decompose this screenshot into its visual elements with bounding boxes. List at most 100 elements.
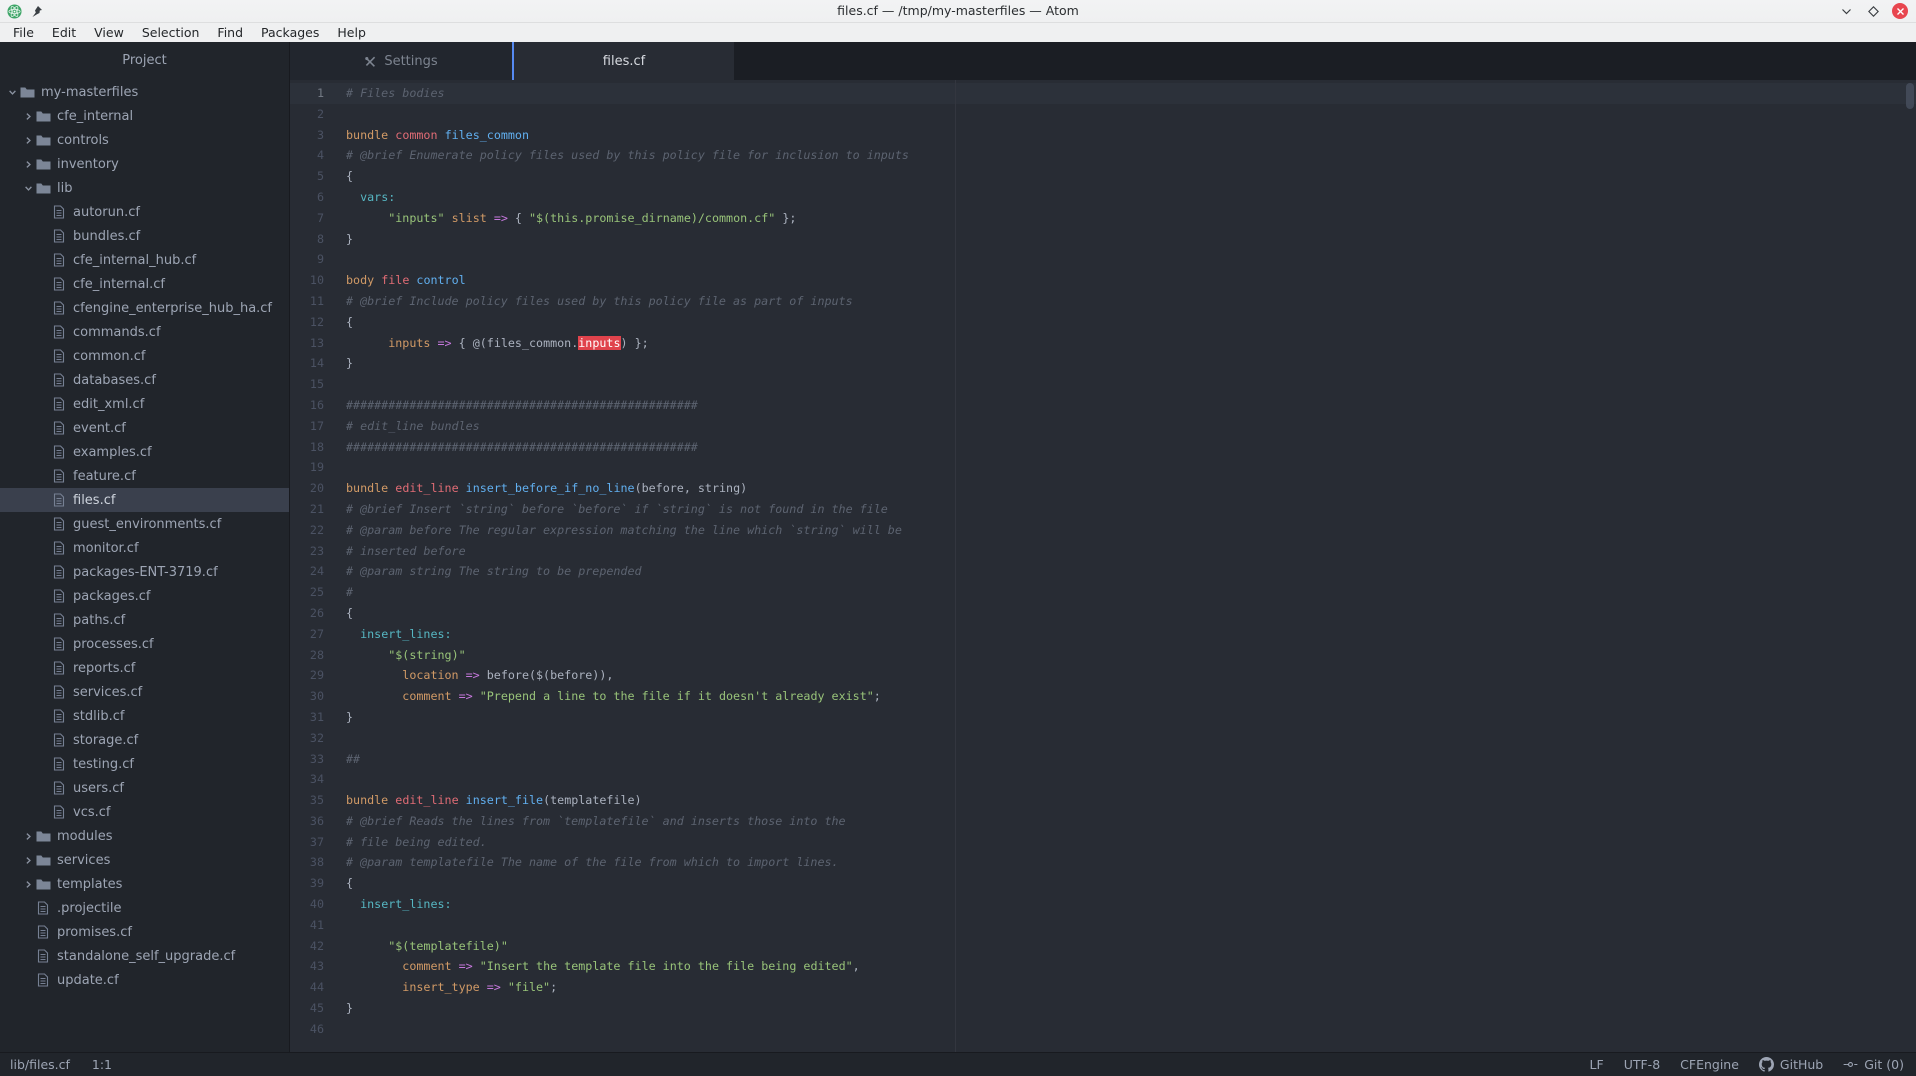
minimize-icon[interactable]	[1838, 3, 1854, 19]
close-icon[interactable]	[1892, 3, 1908, 19]
tree-file-stdlib.cf[interactable]: stdlib.cf	[0, 704, 289, 728]
tree-file-users.cf[interactable]: users.cf	[0, 776, 289, 800]
code-line[interactable]	[336, 915, 1916, 936]
code-line[interactable]: # file being edited.	[336, 832, 1916, 853]
menu-file[interactable]: File	[4, 23, 43, 42]
tree-file-vcs.cf[interactable]: vcs.cf	[0, 800, 289, 824]
tree-file-packages.cf[interactable]: packages.cf	[0, 584, 289, 608]
code-line[interactable]: ########################################…	[336, 437, 1916, 458]
code-line[interactable]	[336, 1019, 1916, 1040]
tree-file-feature.cf[interactable]: feature.cf	[0, 464, 289, 488]
code-line[interactable]: comment => "Insert the template file int…	[336, 956, 1916, 977]
code-line[interactable]: ########################################…	[336, 395, 1916, 416]
menu-edit[interactable]: Edit	[43, 23, 85, 42]
code-line[interactable]: # inserted before	[336, 541, 1916, 562]
status-cfengine[interactable]: CFEngine	[1680, 1057, 1739, 1072]
code-line[interactable]: inputs => { @(files_common.inputs) };	[336, 333, 1916, 354]
tree-file-services.cf[interactable]: services.cf	[0, 680, 289, 704]
code-line[interactable]: body file control	[336, 270, 1916, 291]
code-line[interactable]: "$(string)"	[336, 645, 1916, 666]
code-line[interactable]: {	[336, 312, 1916, 333]
code-line[interactable]: "inputs" slist => { "$(this.promise_dirn…	[336, 208, 1916, 229]
code-line[interactable]: {	[336, 603, 1916, 624]
tree-file-reports.cf[interactable]: reports.cf	[0, 656, 289, 680]
code-line[interactable]: }	[336, 229, 1916, 250]
status-github[interactable]: GitHub	[1759, 1057, 1823, 1072]
tree-folder-templates[interactable]: templates	[0, 872, 289, 896]
menu-packages[interactable]: Packages	[252, 23, 328, 42]
tree-file-cfengine_enterprise_hub_ha.cf[interactable]: cfengine_enterprise_hub_ha.cf	[0, 296, 289, 320]
code-line[interactable]: # @param templatefile The name of the fi…	[336, 852, 1916, 873]
code-line[interactable]: # @brief Enumerate policy files used by …	[336, 145, 1916, 166]
tree-file-promises.cf[interactable]: promises.cf	[0, 920, 289, 944]
tree-file-common.cf[interactable]: common.cf	[0, 344, 289, 368]
tree-folder-controls[interactable]: controls	[0, 128, 289, 152]
code-line[interactable]: insert_lines:	[336, 894, 1916, 915]
code-line[interactable]: location => before($(before)),	[336, 665, 1916, 686]
tree-file-databases.cf[interactable]: databases.cf	[0, 368, 289, 392]
code-line[interactable]: # @brief Insert `string` before `before`…	[336, 499, 1916, 520]
tab-files.cf[interactable]: files.cf	[512, 42, 734, 80]
status-lf[interactable]: LF	[1590, 1057, 1604, 1072]
code-line[interactable]	[336, 728, 1916, 749]
code-line[interactable]: # @param string The string to be prepend…	[336, 561, 1916, 582]
menu-find[interactable]: Find	[208, 23, 252, 42]
tree-file-.projectile[interactable]: .projectile	[0, 896, 289, 920]
tree-file-standalone_self_upgrade.cf[interactable]: standalone_self_upgrade.cf	[0, 944, 289, 968]
tab-settings[interactable]: Settings	[290, 42, 512, 80]
code-area[interactable]: # Files bodies bundle common files_common…	[336, 80, 1916, 1052]
tree-file-event.cf[interactable]: event.cf	[0, 416, 289, 440]
menu-help[interactable]: Help	[328, 23, 375, 42]
tree-file-processes.cf[interactable]: processes.cf	[0, 632, 289, 656]
tree-folder-inventory[interactable]: inventory	[0, 152, 289, 176]
tree-file-files.cf[interactable]: files.cf	[0, 488, 289, 512]
code-line[interactable]: }	[336, 998, 1916, 1019]
tree-file-commands.cf[interactable]: commands.cf	[0, 320, 289, 344]
code-line[interactable]: }	[336, 707, 1916, 728]
menu-selection[interactable]: Selection	[133, 23, 209, 42]
tree-file-examples.cf[interactable]: examples.cf	[0, 440, 289, 464]
tree-folder-my-masterfiles[interactable]: my-masterfiles	[0, 80, 289, 104]
text-editor[interactable]: 1234567891011121314151617181920212223242…	[290, 80, 1916, 1052]
tree-folder-services[interactable]: services	[0, 848, 289, 872]
pin-icon[interactable]	[31, 5, 43, 18]
code-line[interactable]: vars:	[336, 187, 1916, 208]
code-line[interactable]: # edit_line bundles	[336, 416, 1916, 437]
menu-view[interactable]: View	[85, 23, 133, 42]
tree-file-guest_environments.cf[interactable]: guest_environments.cf	[0, 512, 289, 536]
tree-file-edit_xml.cf[interactable]: edit_xml.cf	[0, 392, 289, 416]
code-line[interactable]	[336, 769, 1916, 790]
code-line[interactable]: insert_lines:	[336, 624, 1916, 645]
code-line[interactable]: bundle edit_line insert_file(templatefil…	[336, 790, 1916, 811]
tree-folder-modules[interactable]: modules	[0, 824, 289, 848]
code-line[interactable]: bundle common files_common	[336, 125, 1916, 146]
code-line[interactable]: {	[336, 873, 1916, 894]
status-git-0-[interactable]: Git (0)	[1843, 1057, 1904, 1072]
code-line[interactable]: #	[336, 582, 1916, 603]
tree-file-packages-ENT-3719.cf[interactable]: packages-ENT-3719.cf	[0, 560, 289, 584]
code-line[interactable]: # @param before The regular expression m…	[336, 520, 1916, 541]
status-utf-8[interactable]: UTF-8	[1624, 1057, 1660, 1072]
code-line[interactable]	[336, 104, 1916, 125]
maximize-icon[interactable]	[1865, 3, 1881, 19]
code-line[interactable]: "$(templatefile)"	[336, 936, 1916, 957]
code-line[interactable]: bundle edit_line insert_before_if_no_lin…	[336, 478, 1916, 499]
code-line[interactable]: # @brief Reads the lines from `templatef…	[336, 811, 1916, 832]
status-1-1[interactable]: 1:1	[92, 1057, 112, 1072]
code-line[interactable]: {	[336, 166, 1916, 187]
tree-file-bundles.cf[interactable]: bundles.cf	[0, 224, 289, 248]
tree-file-cfe_internal_hub.cf[interactable]: cfe_internal_hub.cf	[0, 248, 289, 272]
code-line[interactable]: # Files bodies	[336, 83, 1916, 104]
code-line[interactable]: comment => "Prepend a line to the file i…	[336, 686, 1916, 707]
code-line[interactable]: # @brief Include policy files used by th…	[336, 291, 1916, 312]
tree-file-testing.cf[interactable]: testing.cf	[0, 752, 289, 776]
code-line[interactable]: insert_type => "file";	[336, 977, 1916, 998]
tree-file-monitor.cf[interactable]: monitor.cf	[0, 536, 289, 560]
scrollbar-thumb[interactable]	[1906, 83, 1914, 109]
tree-file-cfe_internal.cf[interactable]: cfe_internal.cf	[0, 272, 289, 296]
tree-file-autorun.cf[interactable]: autorun.cf	[0, 200, 289, 224]
tree-file-paths.cf[interactable]: paths.cf	[0, 608, 289, 632]
code-line[interactable]: ##	[336, 749, 1916, 770]
tree-folder-cfe_internal[interactable]: cfe_internal	[0, 104, 289, 128]
code-line[interactable]: }	[336, 353, 1916, 374]
